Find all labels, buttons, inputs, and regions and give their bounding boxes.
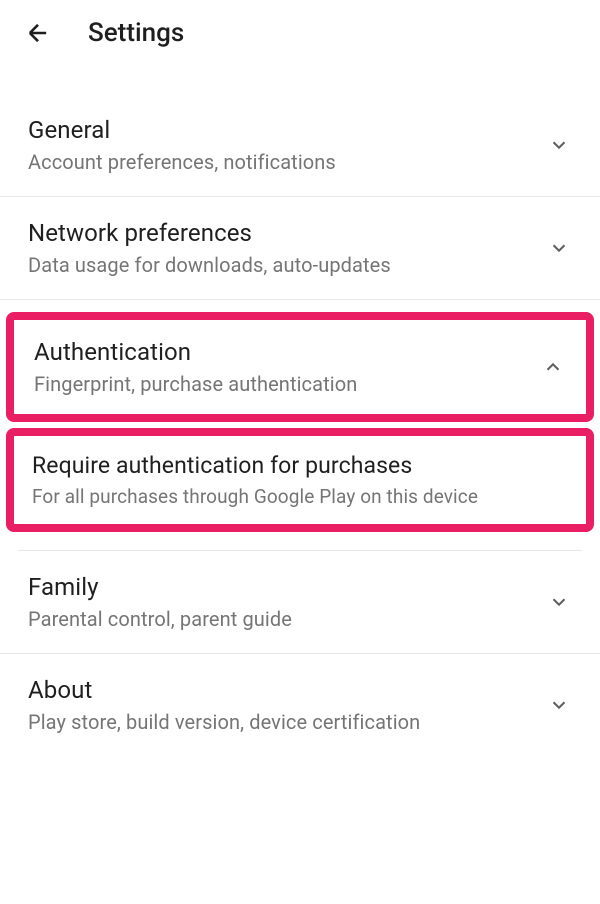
section-require-auth[interactable]: Require authentication for purchases For… xyxy=(14,436,586,524)
section-subtitle: Account preferences, notifications xyxy=(28,150,534,174)
section-title: Authentication xyxy=(34,338,528,366)
chevron-up-icon xyxy=(540,354,566,380)
section-subtitle: For all purchases through Google Play on… xyxy=(32,485,568,508)
section-title: Require authentication for purchases xyxy=(32,452,568,479)
chevron-down-icon xyxy=(546,132,572,158)
highlight-authentication: Authentication Fingerprint, purchase aut… xyxy=(6,312,594,422)
page-title: Settings xyxy=(88,18,184,48)
section-text: Require authentication for purchases For… xyxy=(32,452,568,508)
section-authentication[interactable]: Authentication Fingerprint, purchase aut… xyxy=(14,320,586,414)
section-subtitle: Play store, build version, device certif… xyxy=(28,710,534,734)
section-text: Network preferences Data usage for downl… xyxy=(28,219,534,277)
section-title: General xyxy=(28,116,534,144)
header: Settings xyxy=(0,0,600,66)
section-family[interactable]: Family Parental control, parent guide xyxy=(0,551,600,654)
chevron-down-icon xyxy=(546,692,572,718)
section-general[interactable]: General Account preferences, notificatio… xyxy=(0,66,600,197)
section-about[interactable]: About Play store, build version, device … xyxy=(0,654,600,756)
section-subtitle: Parental control, parent guide xyxy=(28,607,534,631)
section-title: Network preferences xyxy=(28,219,534,247)
back-arrow-icon[interactable] xyxy=(24,19,52,47)
section-title: About xyxy=(28,676,534,704)
section-network[interactable]: Network preferences Data usage for downl… xyxy=(0,197,600,300)
section-text: About Play store, build version, device … xyxy=(28,676,534,734)
section-title: Family xyxy=(28,573,534,601)
section-text: Family Parental control, parent guide xyxy=(28,573,534,631)
chevron-down-icon xyxy=(546,589,572,615)
section-text: Authentication Fingerprint, purchase aut… xyxy=(34,338,528,396)
highlight-require-auth: Require authentication for purchases For… xyxy=(6,428,594,532)
section-subtitle: Data usage for downloads, auto-updates xyxy=(28,253,534,277)
section-subtitle: Fingerprint, purchase authentication xyxy=(34,372,528,396)
chevron-down-icon xyxy=(546,235,572,261)
settings-list: General Account preferences, notificatio… xyxy=(0,66,600,756)
section-text: General Account preferences, notificatio… xyxy=(28,116,534,174)
